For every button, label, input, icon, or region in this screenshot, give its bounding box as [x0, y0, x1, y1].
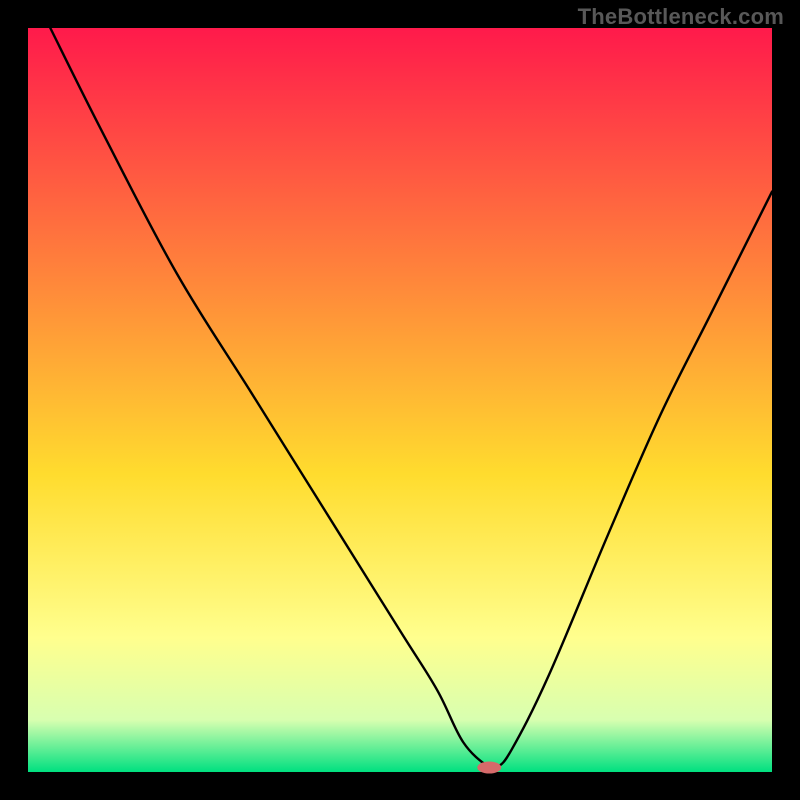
plot-background	[28, 28, 772, 772]
watermark-text: TheBottleneck.com	[578, 4, 784, 30]
optimum-marker	[477, 762, 501, 774]
chart-container: TheBottleneck.com	[0, 0, 800, 800]
bottleneck-chart	[0, 0, 800, 800]
